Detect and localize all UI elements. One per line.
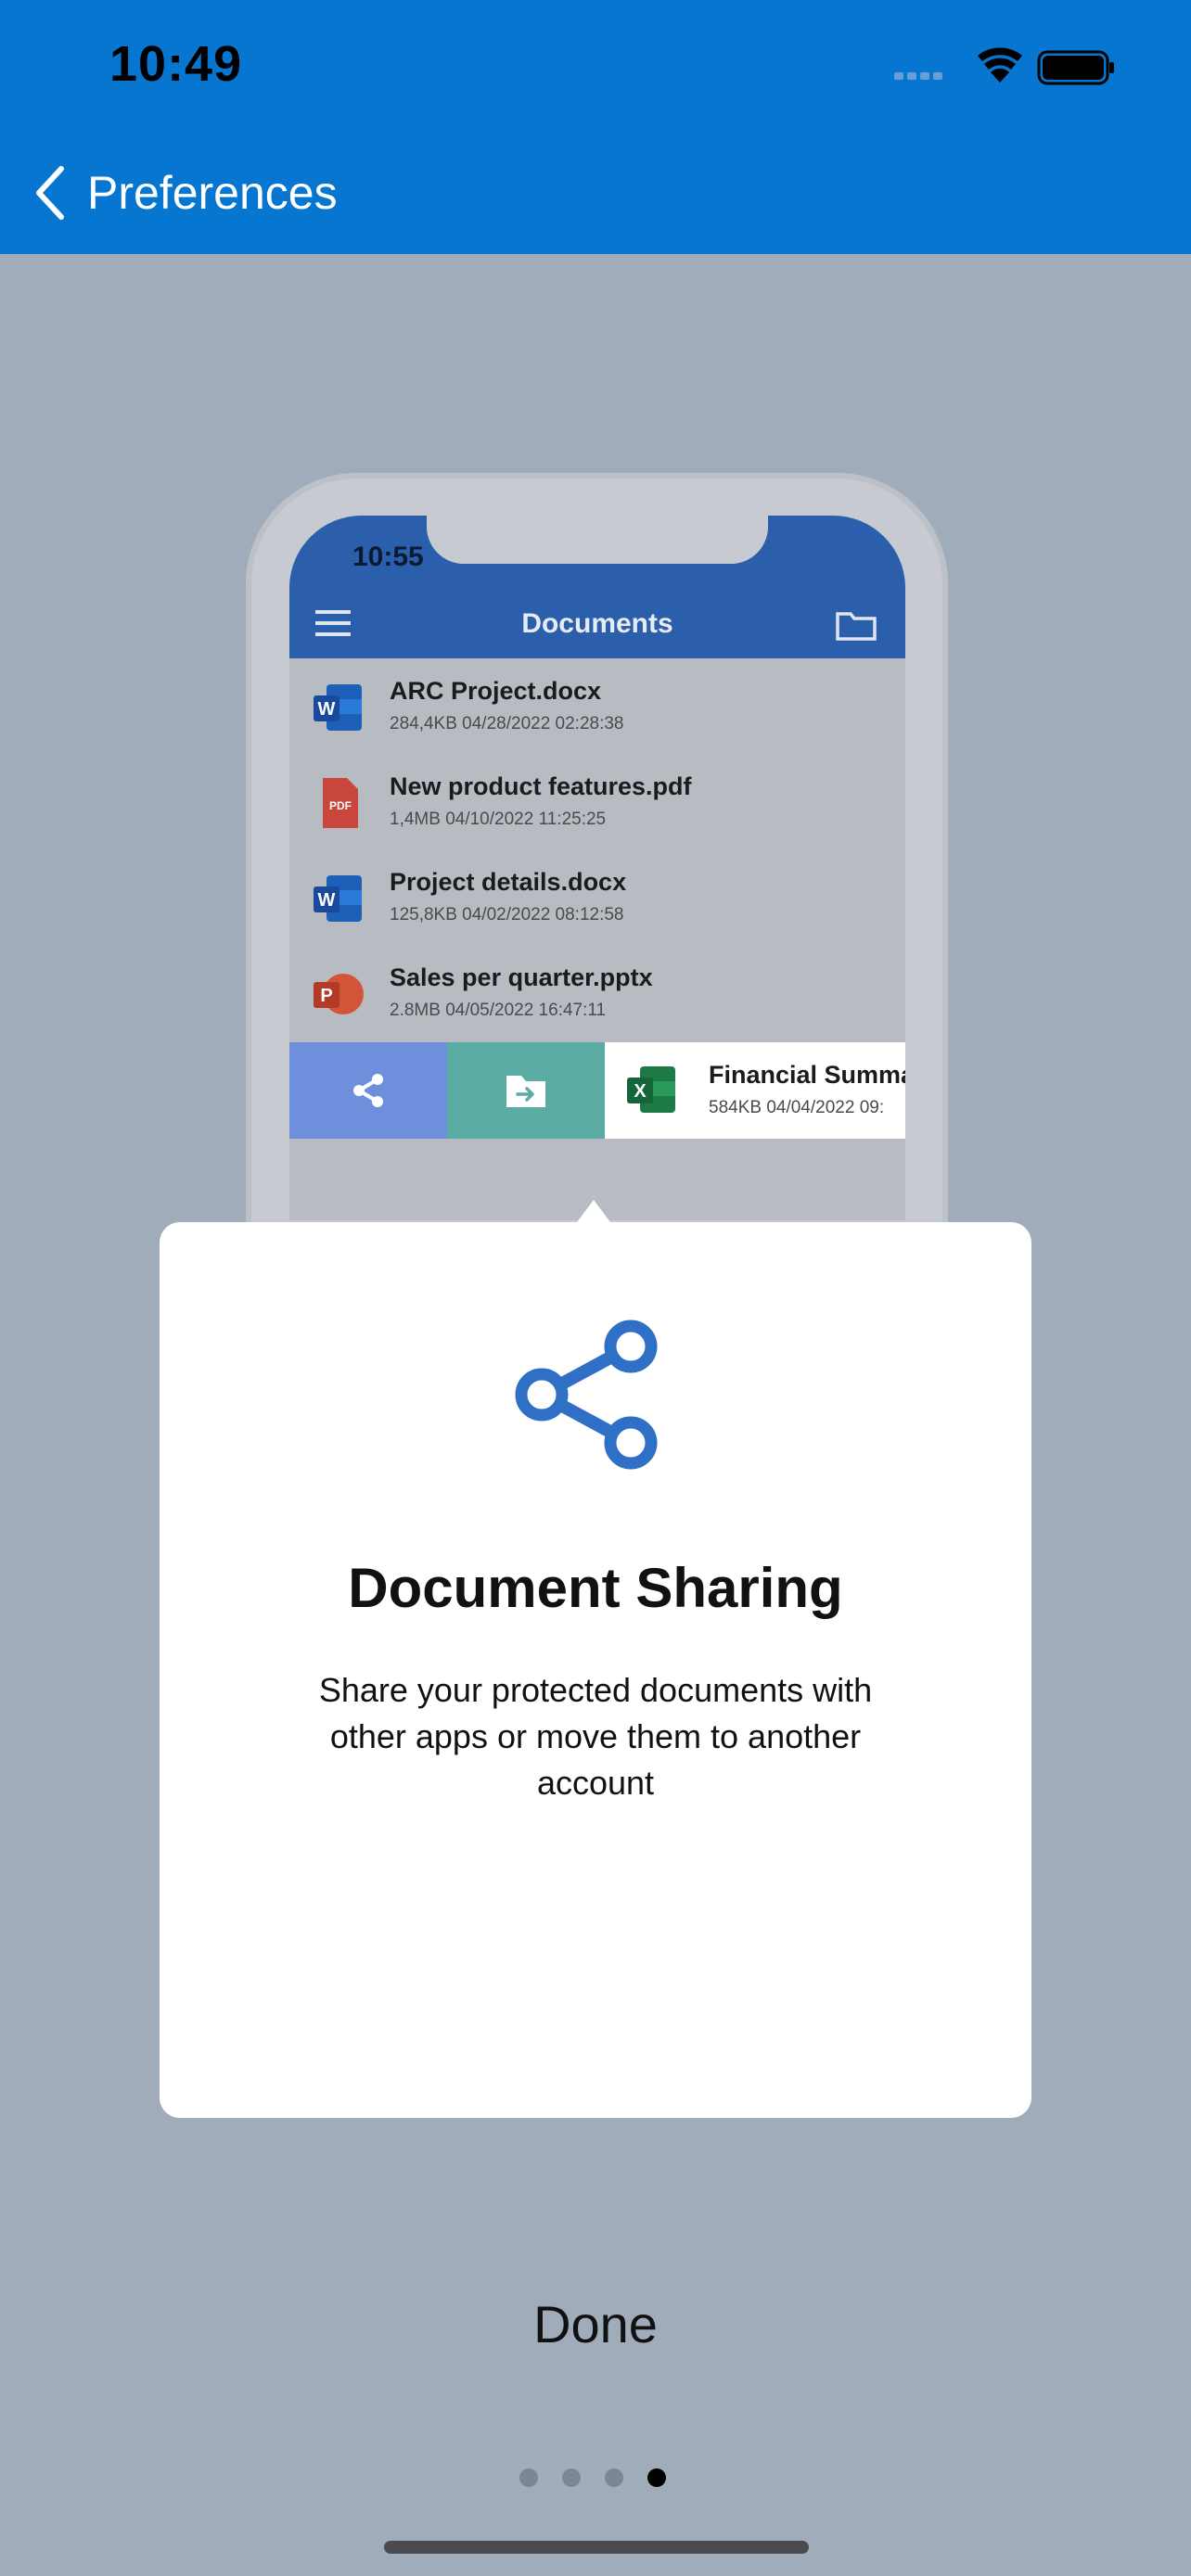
list-item: PDF New product features.pdf 1,4MB 04/10…	[289, 754, 905, 849]
card-title: Document Sharing	[348, 1557, 843, 1619]
page-dot-3[interactable]	[605, 2468, 623, 2487]
page-indicator[interactable]	[519, 2468, 666, 2487]
card-description: Share your protected documents with othe…	[318, 1671, 873, 1802]
svg-text:W: W	[318, 699, 336, 720]
swiped-document: X Financial Summary 584KB 04/04/2022 09:	[605, 1042, 905, 1139]
svg-text:W: W	[318, 890, 336, 911]
swiped-list-item: X Financial Summary 584KB 04/04/2022 09:	[289, 1042, 905, 1139]
move-folder-icon	[506, 1076, 545, 1107]
share-icon	[353, 1074, 383, 1107]
word-icon: W	[314, 875, 362, 922]
folder-icon	[836, 612, 877, 641]
status-icons	[894, 45, 1117, 91]
done-button[interactable]: Done	[0, 2294, 1191, 2354]
back-button[interactable]: Preferences	[33, 159, 338, 226]
mockup-document-list: W ARC Project.docx 284,4KB 04/28/2022 02…	[289, 658, 905, 1040]
chevron-left-icon	[36, 166, 64, 220]
page-dot-1[interactable]	[519, 2468, 538, 2487]
home-indicator[interactable]	[384, 2541, 809, 2554]
move-action	[447, 1042, 605, 1139]
svg-text:P: P	[320, 986, 332, 1006]
battery-icon	[1037, 50, 1114, 85]
list-item: P Sales per quarter.pptx 2.8MB 04/05/202…	[289, 945, 905, 1040]
share-icon	[515, 1320, 658, 1470]
excel-icon: X	[627, 1066, 675, 1113]
wifi-icon	[978, 47, 1022, 83]
list-item: W ARC Project.docx 284,4KB 04/28/2022 02…	[289, 658, 905, 754]
header-bar: 10:49 Preferences	[0, 0, 1191, 254]
phone-mockup-screen: 10:55 Documents W ARC Project.docx 284,4…	[289, 516, 905, 1220]
mockup-header: 10:55 Documents	[289, 516, 905, 658]
svg-text:X: X	[634, 1081, 647, 1102]
feature-card: Document Sharing Share your protected do…	[160, 1222, 1031, 2118]
svg-text:PDF: PDF	[329, 799, 352, 812]
mockup-notch	[427, 516, 768, 564]
page-dot-4[interactable]	[647, 2468, 666, 2487]
share-action	[289, 1042, 447, 1139]
word-icon: W	[314, 684, 362, 731]
page-dot-2[interactable]	[562, 2468, 581, 2487]
pdf-icon: PDF	[323, 778, 358, 828]
mockup-time: 10:55	[352, 542, 424, 572]
back-label: Preferences	[87, 167, 338, 219]
status-time: 10:49	[109, 36, 243, 92]
card-pointer	[577, 1200, 610, 1222]
powerpoint-icon: P	[314, 974, 364, 1014]
mockup-title: Documents	[521, 608, 673, 639]
signal-icon	[894, 72, 942, 80]
list-item: W Project details.docx 125,8KB 04/02/202…	[289, 849, 905, 945]
